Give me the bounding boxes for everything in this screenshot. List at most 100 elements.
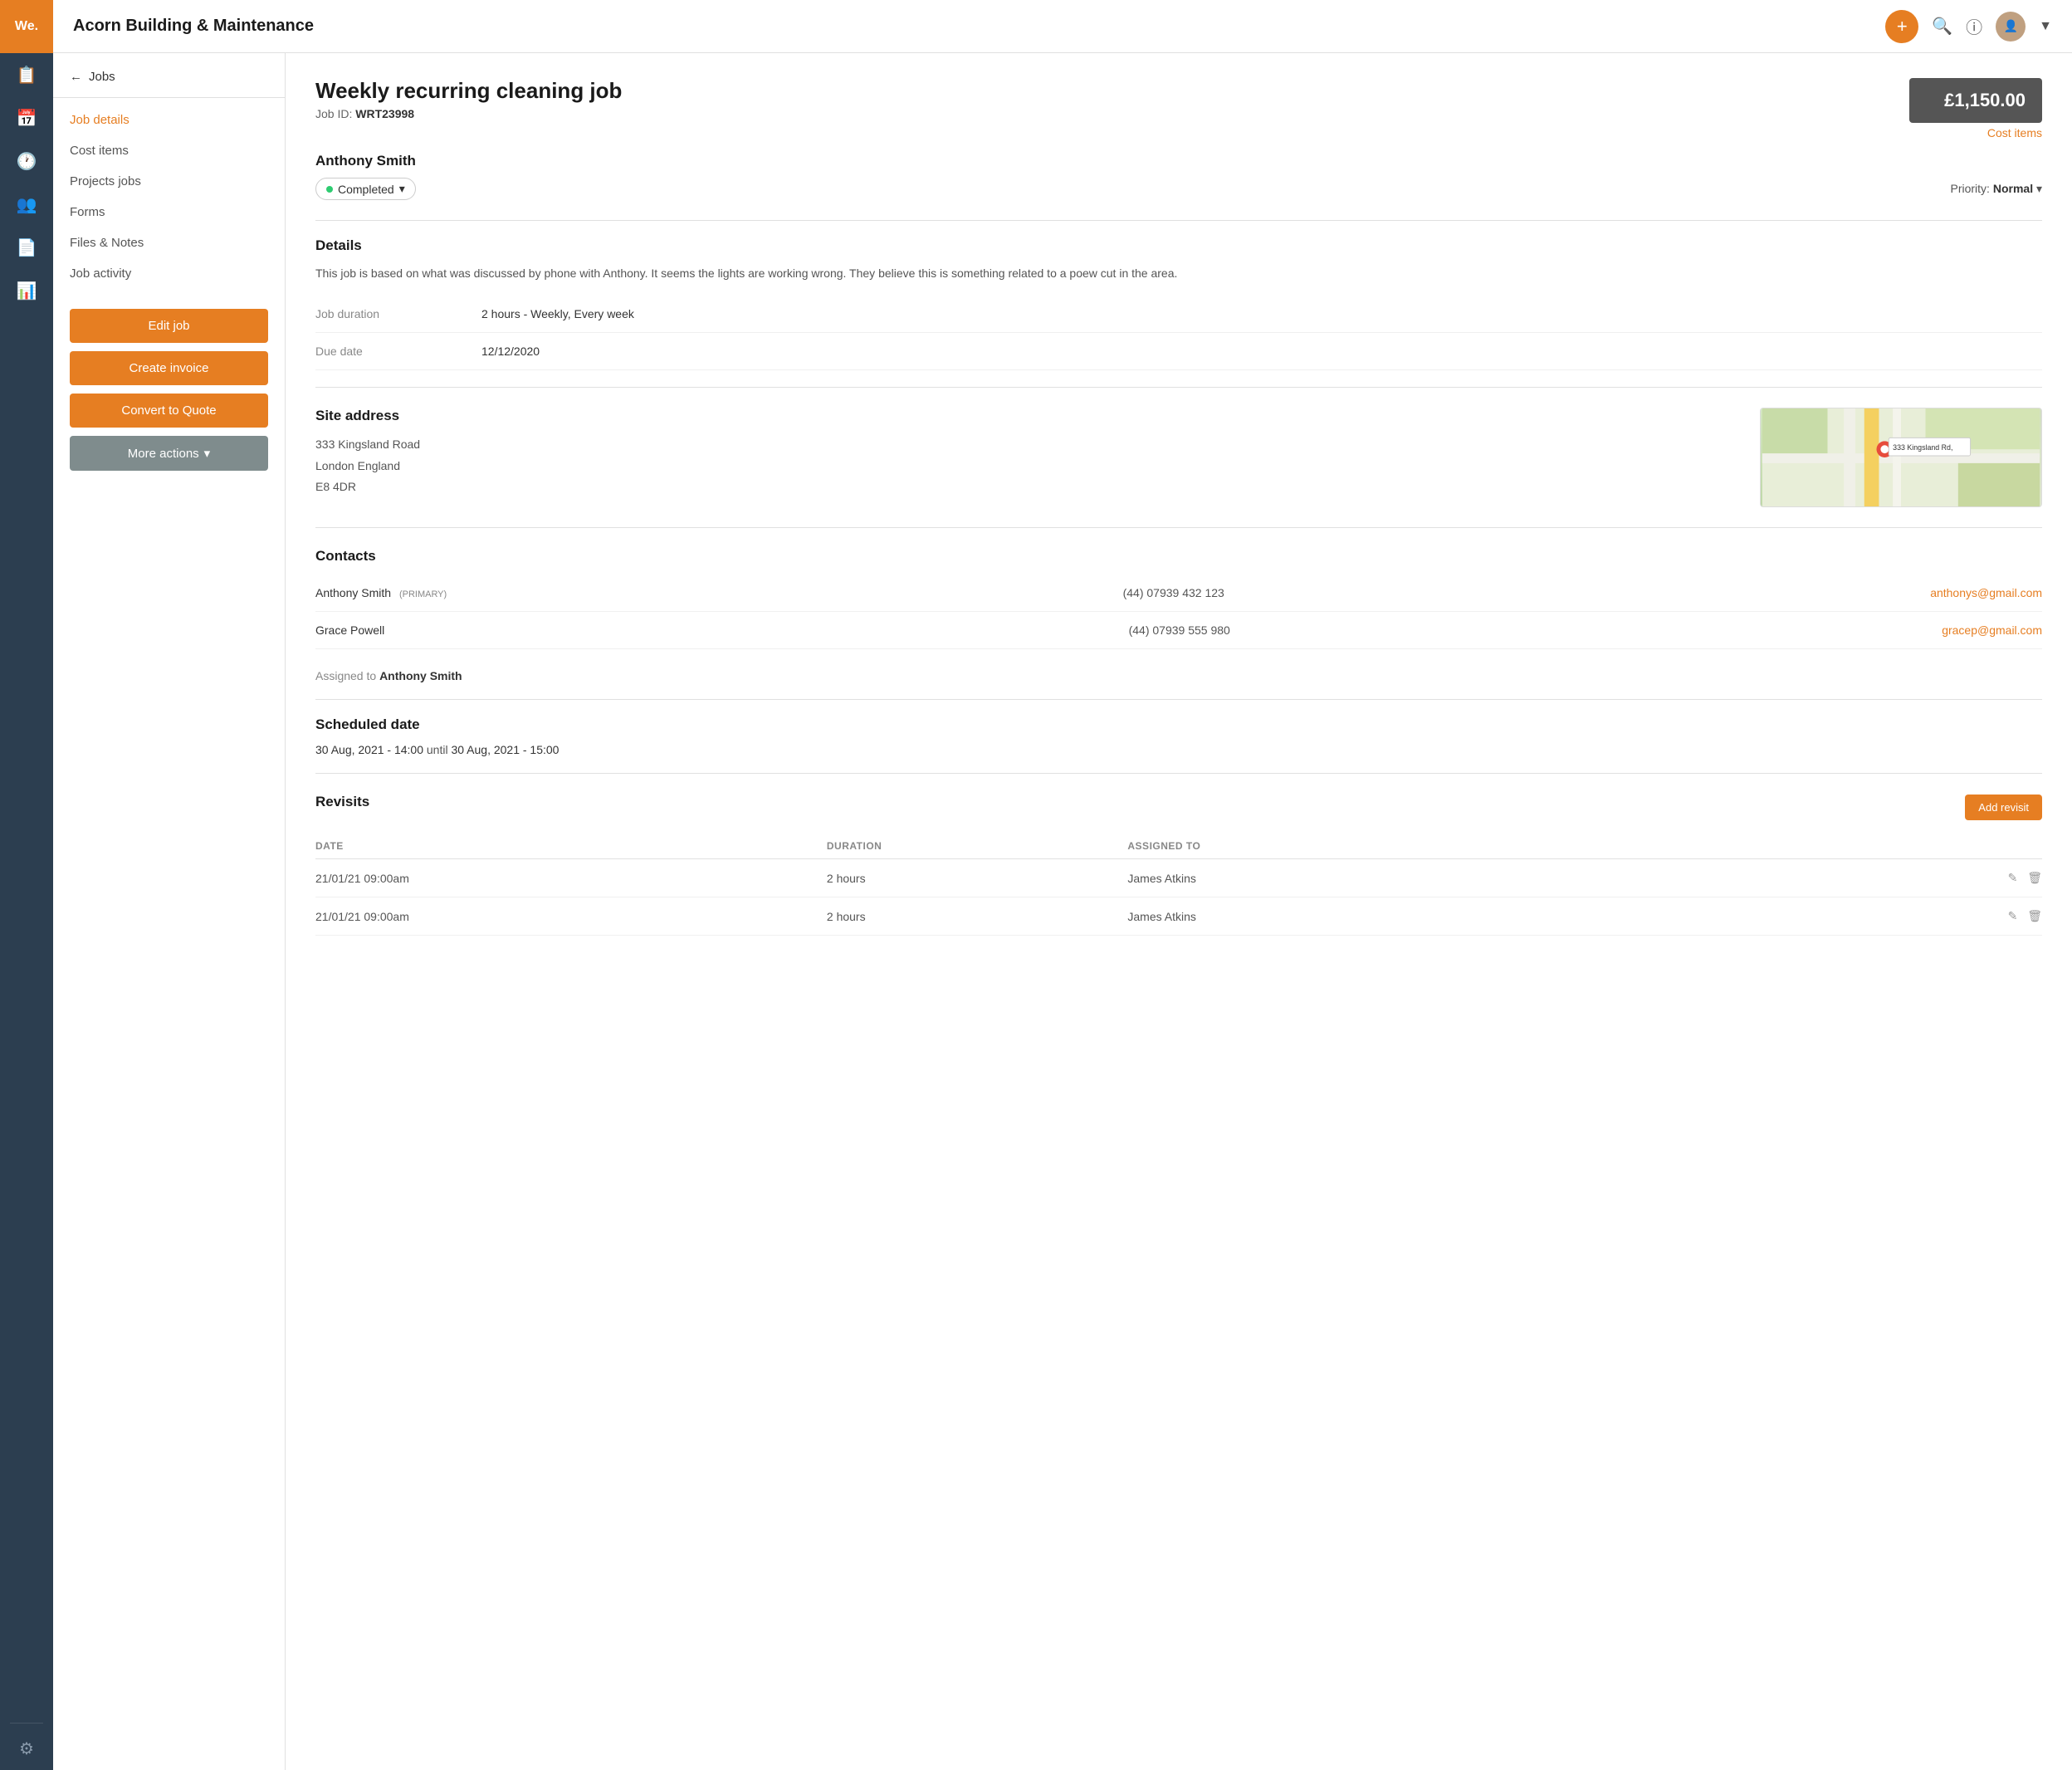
sidebar-item-files-notes[interactable]: Files & Notes (53, 227, 285, 258)
priority-chevron-icon: ▾ (2036, 182, 2042, 195)
status-badge[interactable]: Completed ▾ (315, 178, 416, 200)
sidebar-item-cost-items[interactable]: Cost items (53, 135, 285, 166)
sidebar-item-job-activity[interactable]: Job activity (53, 258, 285, 289)
sidebar-item-forms[interactable]: Forms (53, 197, 285, 227)
contact-name-1: Grace Powell (315, 623, 1129, 637)
top-header: Acorn Building & Maintenance + 🔍 ⓘ 👤 ▼ (53, 0, 2072, 53)
map-container[interactable]: 333 Kingsland Rd, (1760, 408, 2042, 507)
scheduled-end: 30 Aug, 2021 - 15:00 (451, 743, 559, 756)
contact-email-1[interactable]: gracep@gmail.com (1942, 623, 2042, 637)
site-address-line1: 333 Kingsland Road (315, 434, 1740, 455)
nav-icon-invoices[interactable]: 📄 (0, 226, 53, 269)
icon-sidebar: We. 📋 📅 🕐 👥 📄 📊 ⚙ (0, 0, 53, 1770)
revisit-duration-0: 2 hours (827, 859, 1128, 897)
table-row: 21/01/21 09:00am 2 hours James Atkins ✎ … (315, 897, 2042, 936)
svg-text:333 Kingsland Rd,: 333 Kingsland Rd, (1893, 444, 1952, 452)
nav-icon-people[interactable]: 👥 (0, 183, 53, 226)
revisits-tbody: 21/01/21 09:00am 2 hours James Atkins ✎ … (315, 859, 2042, 936)
assigned-value: Anthony Smith (379, 669, 462, 682)
revisit-actions-1: ✎ 🗑 (1818, 897, 2042, 936)
sidebar-item-job-details[interactable]: Job details (53, 105, 285, 135)
contact-row-1: Grace Powell (44) 07939 555 980 gracep@g… (315, 612, 2042, 649)
revisit-duration-1: 2 hours (827, 897, 1128, 936)
site-address-title: Site address (315, 408, 1740, 424)
avatar[interactable]: 👤 (1996, 12, 2026, 42)
status-chevron-icon: ▾ (399, 182, 405, 196)
scheduled-title: Scheduled date (315, 716, 2042, 733)
divider-1 (315, 220, 2042, 221)
client-name: Anthony Smith (315, 153, 2042, 169)
map-placeholder: 333 Kingsland Rd, (1761, 408, 2041, 506)
back-link-label: Jobs (89, 70, 115, 84)
delete-icon-0[interactable]: 🗑 (2027, 871, 2042, 884)
scheduled-section: Scheduled date 30 Aug, 2021 - 14:00 unti… (315, 716, 2042, 756)
divider-2 (315, 387, 2042, 388)
scheduled-dates: 30 Aug, 2021 - 14:00 until 30 Aug, 2021 … (315, 743, 2042, 756)
priority-label: Priority: (1951, 182, 1990, 195)
app-title: Acorn Building & Maintenance (73, 17, 1885, 36)
content-layout: ← Jobs Job detailsCost itemsProjects job… (53, 53, 2072, 1770)
add-button[interactable]: + (1885, 10, 1918, 43)
create-invoice-button[interactable]: Create invoice (70, 351, 268, 385)
revisits-title: Revisits (315, 794, 369, 810)
contact-name-0: Anthony Smith (PRIMARY) (315, 586, 1123, 599)
price-amount: £1,150.00 (1926, 90, 2026, 111)
revisits-table: DATEDURATIONASSIGNED TO 21/01/21 09:00am… (315, 834, 2042, 936)
revisit-assigned-0: James Atkins (1127, 859, 1818, 897)
priority-value: Normal (1993, 182, 2033, 195)
contact-phone-0: (44) 07939 432 123 (1123, 586, 1931, 599)
revisits-section: Revisits Add revisit DATEDURATIONASSIGNE… (315, 794, 2042, 936)
contacts-section: Contacts Anthony Smith (PRIMARY) (44) 07… (315, 548, 2042, 649)
more-actions-button[interactable]: More actions ▾ (70, 436, 268, 471)
revisits-col-2: ASSIGNED TO (1127, 834, 1818, 859)
table-row: 21/01/21 09:00am 2 hours James Atkins ✎ … (315, 859, 2042, 897)
revisits-col-0: DATE (315, 834, 827, 859)
job-duration-row: Job duration 2 hours - Weekly, Every wee… (315, 296, 2042, 333)
nav-icon-clock[interactable]: 🕐 (0, 139, 53, 183)
back-link[interactable]: ← Jobs (53, 70, 285, 98)
contact-email-0[interactable]: anthonys@gmail.com (1930, 586, 2042, 599)
edit-icon-0[interactable]: ✎ (2008, 871, 2018, 884)
more-actions-chevron-icon: ▾ (204, 446, 211, 461)
nav-icon-calendar[interactable]: 📅 (0, 96, 53, 139)
cost-items-link[interactable]: Cost items (1909, 126, 2042, 139)
convert-to-quote-button[interactable]: Convert to Quote (70, 394, 268, 428)
left-sidebar: ← Jobs Job detailsCost itemsProjects job… (53, 53, 286, 1770)
delete-icon-1[interactable]: 🗑 (2027, 909, 2042, 922)
status-dot (326, 186, 333, 193)
app-logo[interactable]: We. (0, 0, 53, 53)
avatar-chevron[interactable]: ▼ (2039, 19, 2052, 34)
job-id: Job ID: WRT23998 (315, 107, 1909, 120)
main-area: Acorn Building & Maintenance + 🔍 ⓘ 👤 ▼ ←… (53, 0, 2072, 1770)
edit-job-button[interactable]: Edit job (70, 309, 268, 343)
job-title: Weekly recurring cleaning job (315, 78, 1909, 104)
revisit-actions-0: ✎ 🗑 (1818, 859, 2042, 897)
details-description: This job is based on what was discussed … (315, 264, 2042, 282)
sidebar-item-projects-jobs[interactable]: Projects jobs (53, 166, 285, 197)
job-duration-label: Job duration (315, 307, 481, 320)
job-title-block: Weekly recurring cleaning job Job ID: WR… (315, 78, 1909, 120)
sidebar-nav: Job detailsCost itemsProjects jobsFormsF… (53, 105, 285, 289)
site-address-line2: London England (315, 456, 1740, 477)
contacts-list: Anthony Smith (PRIMARY) (44) 07939 432 1… (315, 575, 2042, 649)
back-arrow-icon: ← (70, 70, 82, 84)
nav-icon-settings[interactable]: ⚙ (0, 1727, 53, 1770)
help-icon[interactable]: ⓘ (1966, 14, 1982, 38)
nav-icon-reports[interactable]: 📊 (0, 269, 53, 312)
sidebar-buttons: Edit job Create invoice Convert to Quote… (53, 296, 285, 484)
contacts-title: Contacts (315, 548, 2042, 565)
revisit-date-0: 21/01/21 09:00am (315, 859, 827, 897)
contact-row-0: Anthony Smith (PRIMARY) (44) 07939 432 1… (315, 575, 2042, 612)
revisit-assigned-1: James Atkins (1127, 897, 1818, 936)
edit-icon-1[interactable]: ✎ (2008, 909, 2018, 922)
site-section: Site address 333 Kingsland Road London E… (315, 408, 2042, 507)
add-revisit-button[interactable]: Add revisit (1965, 795, 2042, 820)
site-address-line3: E8 4DR (315, 477, 1740, 497)
job-id-label: Job ID: (315, 107, 352, 120)
revisit-date-1: 21/01/21 09:00am (315, 897, 827, 936)
nav-icon-jobs[interactable]: 📋 (0, 53, 53, 96)
search-icon[interactable]: 🔍 (1932, 16, 1952, 37)
divider-4 (315, 699, 2042, 700)
due-date-label: Due date (315, 345, 481, 358)
scheduled-until: until (427, 743, 448, 756)
